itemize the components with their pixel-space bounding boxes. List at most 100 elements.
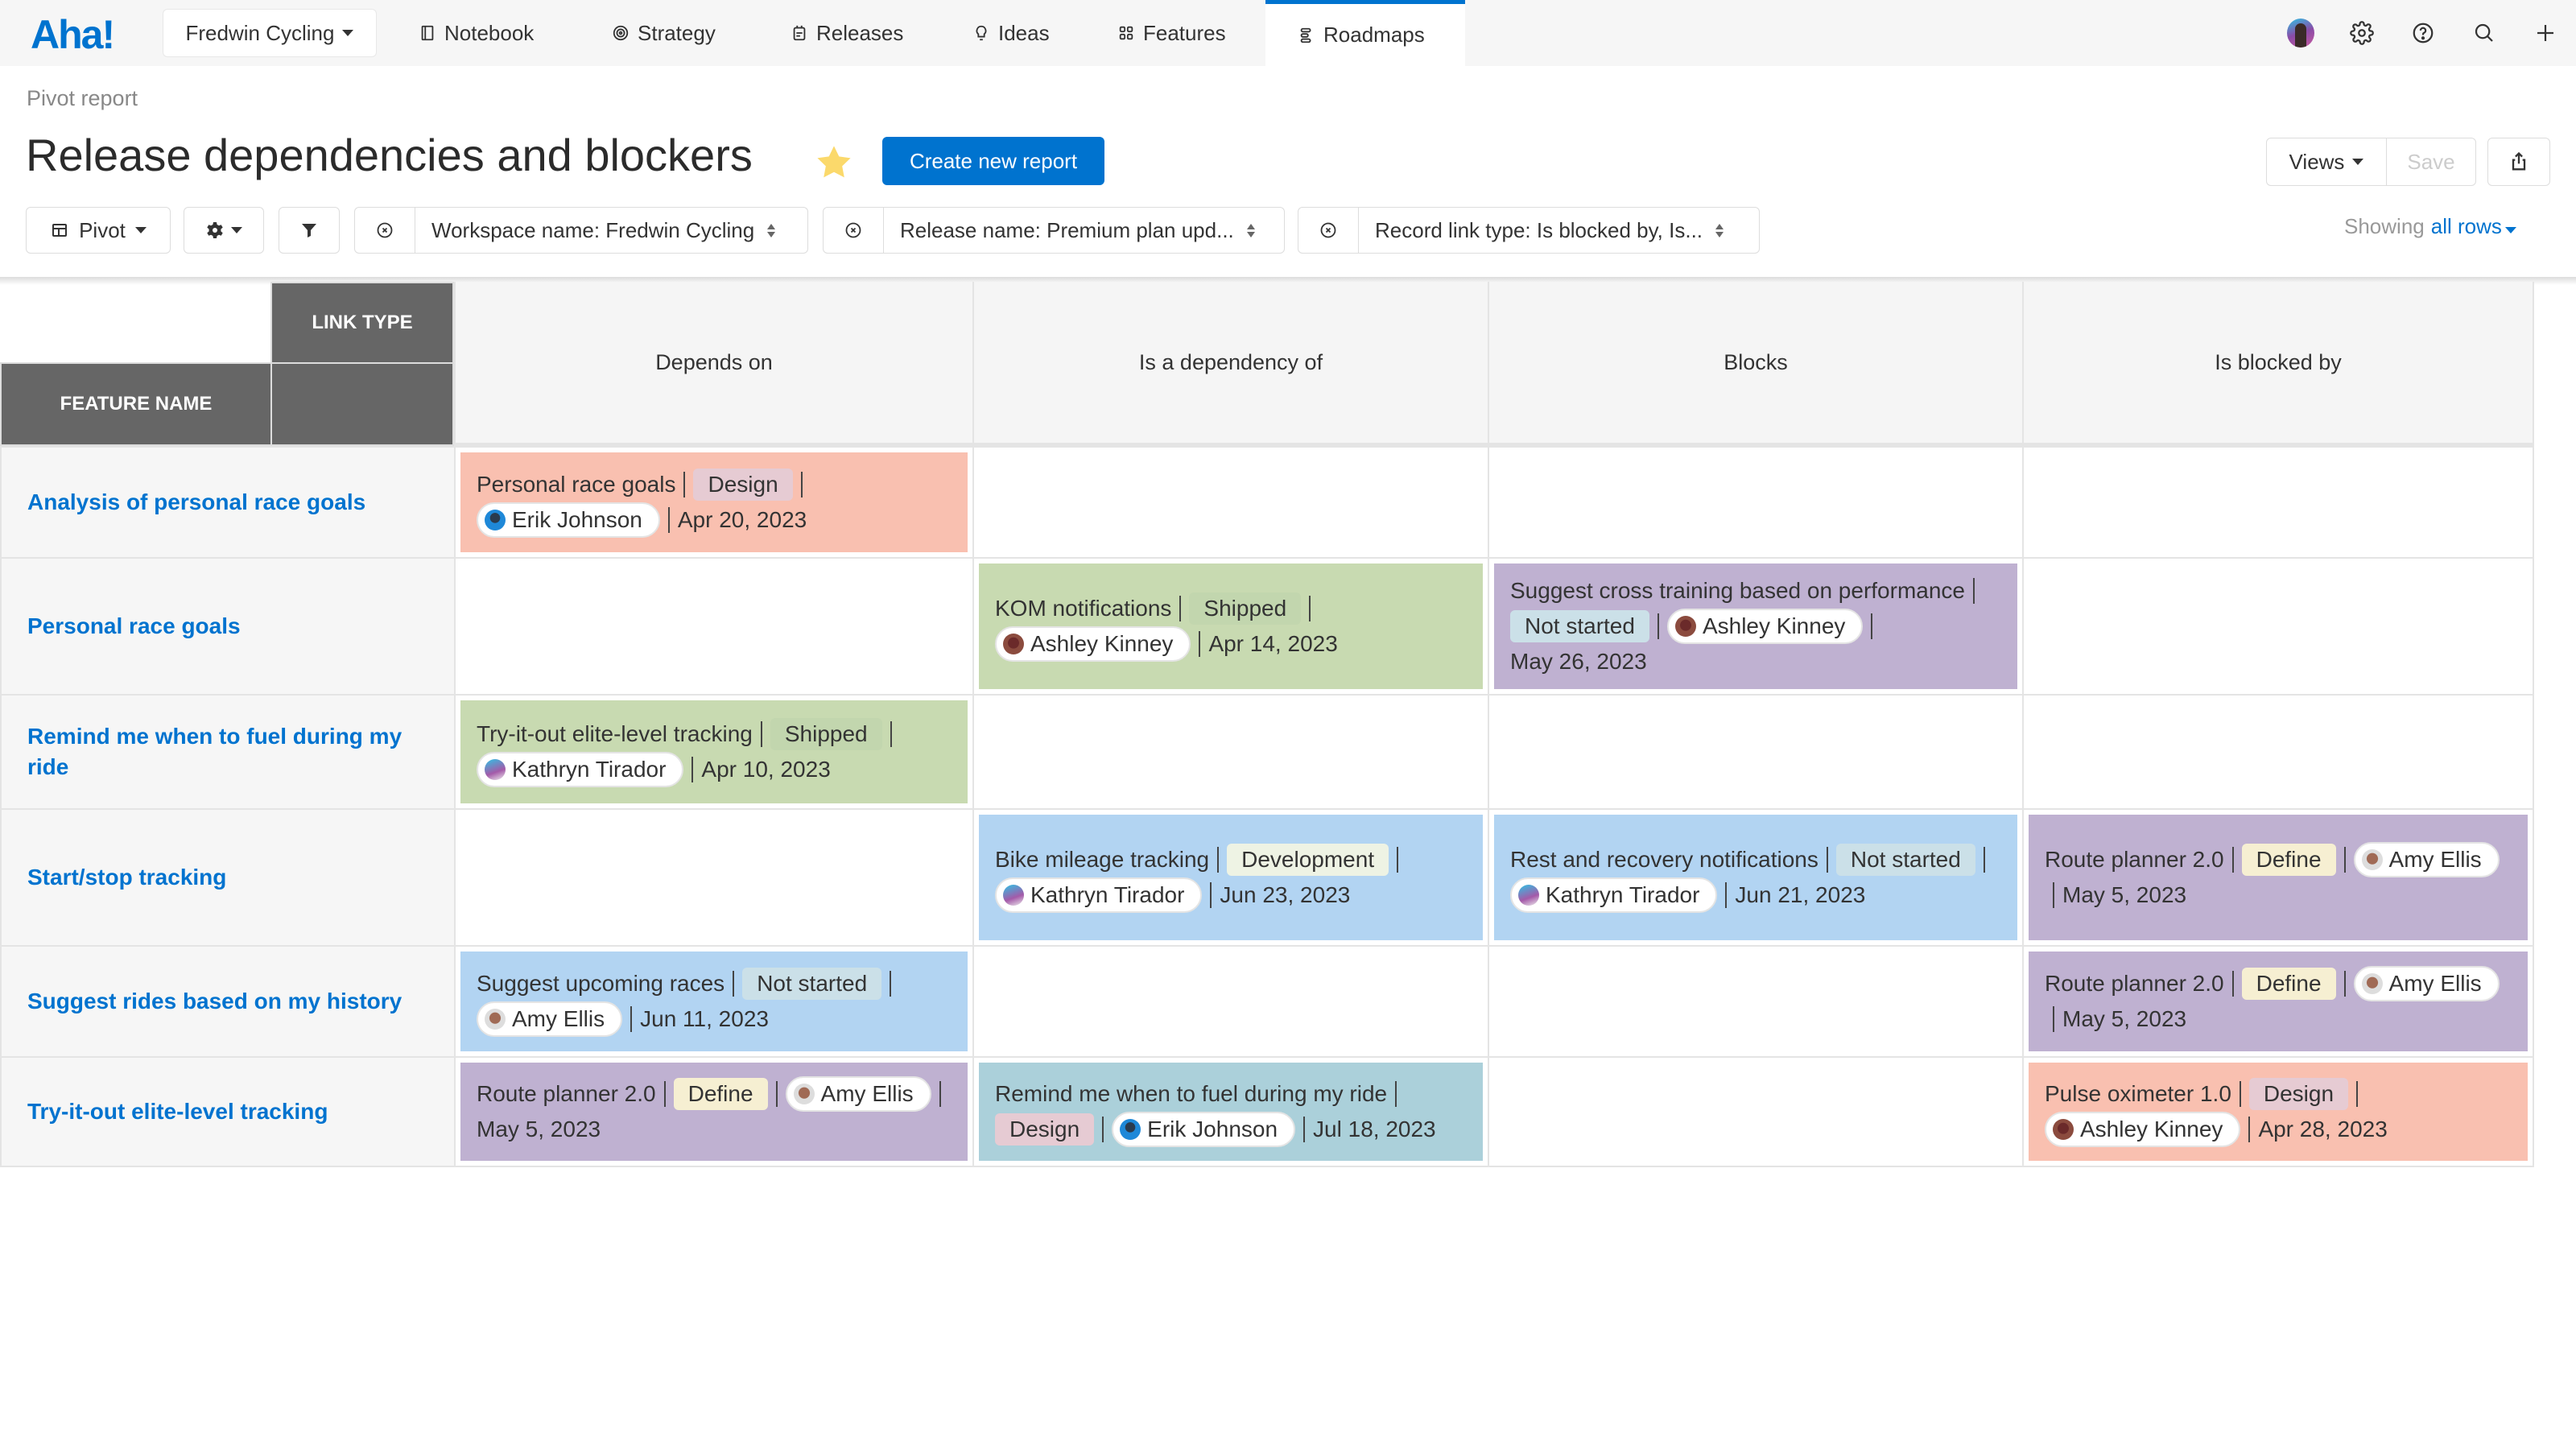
workspace-selector[interactable]: Fredwin Cycling xyxy=(163,9,377,57)
assignee-pill[interactable]: Erik Johnson xyxy=(1112,1112,1296,1147)
assignee-pill[interactable]: Amy Ellis xyxy=(2353,842,2500,877)
feature-link[interactable]: Remind me when to fuel during my ride xyxy=(27,721,428,782)
record-name[interactable]: Try-it-out elite-level tracking xyxy=(477,716,753,752)
record-name[interactable]: Bike mileage tracking xyxy=(995,842,1209,877)
breadcrumb[interactable]: Pivot report xyxy=(27,86,138,111)
user-avatar-button[interactable] xyxy=(2270,0,2331,66)
status-badge: Define xyxy=(2241,844,2336,876)
assignee-pill[interactable]: Amy Ellis xyxy=(2353,966,2500,1001)
filter-link-type-select[interactable]: Record link type: Is blocked by, Is... xyxy=(1359,208,1740,253)
avatar xyxy=(485,1009,506,1030)
feature-link[interactable]: Analysis of personal race goals xyxy=(27,487,365,518)
record-card[interactable]: Remind me when to fuel during my ride Des… xyxy=(979,1063,1483,1161)
record-name[interactable]: Rest and recovery notifications xyxy=(1510,842,1818,877)
create-new-report-button[interactable]: Create new report xyxy=(882,137,1104,185)
assignee-pill[interactable]: Amy Ellis xyxy=(785,1076,931,1112)
nav-item-features[interactable]: Features xyxy=(1117,0,1226,66)
record-name[interactable]: Suggest cross training based on performa… xyxy=(1510,573,1965,609)
feature-row-header[interactable]: Start/stop tracking xyxy=(0,808,454,945)
showing-prefix: Showing xyxy=(2344,214,2425,238)
settings-dropdown[interactable] xyxy=(184,207,264,254)
filter-workspace-select[interactable]: Workspace name: Fredwin Cycling xyxy=(415,208,791,253)
feature-row-header[interactable]: Remind me when to fuel during my ride xyxy=(0,694,454,808)
nav-item-roadmaps[interactable]: Roadmaps xyxy=(1265,0,1465,66)
feature-link[interactable]: Personal race goals xyxy=(27,611,241,642)
assignee-pill[interactable]: Amy Ellis xyxy=(477,1001,623,1037)
filter-button[interactable] xyxy=(279,207,340,254)
feature-row-header[interactable]: Suggest rides based on my history xyxy=(0,945,454,1056)
remove-filter-button[interactable] xyxy=(1298,208,1359,253)
record-line: Remind me when to fuel during my ride Des… xyxy=(995,1076,1467,1147)
column-header[interactable]: Is a dependency of xyxy=(972,282,1488,446)
separator xyxy=(1199,631,1201,657)
record-card[interactable]: Rest and recovery notifications Not start… xyxy=(1494,815,2017,940)
assignee-pill[interactable]: Ashley Kinney xyxy=(995,626,1191,662)
feature-link[interactable]: Suggest rides based on my history xyxy=(27,986,402,1017)
record-card[interactable]: Route planner 2.0 Define Amy Ellis May 5, 2… xyxy=(2029,952,2528,1051)
record-name[interactable]: Route planner 2.0 xyxy=(2045,842,2224,877)
nav-item-strategy[interactable]: Strategy xyxy=(612,0,716,66)
showing-rows-dropdown[interactable]: all rows xyxy=(2431,214,2516,239)
assignee-pill[interactable]: Ashley Kinney xyxy=(2045,1112,2241,1147)
nav-item-label: Roadmaps xyxy=(1323,23,1425,47)
remove-filter-button[interactable] xyxy=(355,208,415,253)
record-card[interactable]: Bike mileage tracking Development Kathryn … xyxy=(979,815,1483,940)
record-name[interactable]: KOM notifications xyxy=(995,591,1171,626)
nav-item-ideas[interactable]: Ideas xyxy=(972,0,1050,66)
status-badge: Development xyxy=(1227,844,1389,876)
record-card[interactable]: Route planner 2.0 Define Amy Ellis May 5, 2… xyxy=(460,1063,968,1161)
column-header[interactable]: Is blocked by xyxy=(2022,282,2534,446)
record-name[interactable]: Pulse oximeter 1.0 xyxy=(2045,1076,2231,1112)
feature-row-header[interactable]: Analysis of personal race goals xyxy=(0,446,454,557)
search-button[interactable] xyxy=(2454,0,2515,66)
separator xyxy=(2053,882,2054,908)
record-name[interactable]: Suggest upcoming races xyxy=(477,966,724,1001)
record-card[interactable]: Suggest cross training based on performa… xyxy=(1494,564,2017,689)
column-header[interactable]: Blocks xyxy=(1488,282,2022,446)
record-card[interactable]: Personal race goals Design Erik Johnson Apr… xyxy=(460,452,968,552)
feature-row-header[interactable]: Try-it-out elite-level tracking xyxy=(0,1056,454,1167)
nav-item-notebook[interactable]: Notebook xyxy=(419,0,534,66)
record-card[interactable]: Suggest upcoming races Not started Amy Ell… xyxy=(460,952,968,1051)
feature-row-header[interactable]: Personal race goals xyxy=(0,557,454,694)
record-card[interactable]: KOM notifications Shipped Ashley Kinney Apr… xyxy=(979,564,1483,689)
record-name[interactable]: Remind me when to fuel during my ride xyxy=(995,1076,1387,1112)
assignee-pill[interactable]: Kathryn Tirador xyxy=(1510,877,1718,913)
record-card[interactable]: Try-it-out elite-level tracking Shipped Ka… xyxy=(460,700,968,803)
add-button[interactable] xyxy=(2515,0,2576,66)
feature-link[interactable]: Try-it-out elite-level tracking xyxy=(27,1096,328,1127)
roadmap-icon xyxy=(1300,27,1311,43)
feature-link[interactable]: Start/stop tracking xyxy=(27,862,226,893)
nav-item-releases[interactable]: Releases xyxy=(791,0,903,66)
due-date: May 26, 2023 xyxy=(1510,649,1647,674)
save-button[interactable]: Save xyxy=(2387,138,2475,185)
assignee-name: Erik Johnson xyxy=(1147,1117,1278,1141)
help-button[interactable] xyxy=(2392,0,2454,66)
record-line: Suggest cross training based on performa… xyxy=(1510,573,2001,679)
filter-release-select[interactable]: Release name: Premium plan upd... xyxy=(884,208,1271,253)
assignee-pill[interactable]: Kathryn Tirador xyxy=(995,877,1203,913)
assignee-pill[interactable]: Erik Johnson xyxy=(477,502,660,538)
due-date: Jun 21, 2023 xyxy=(1735,882,1866,907)
favorite-star-icon[interactable] xyxy=(813,142,855,184)
aha-logo[interactable]: Aha! xyxy=(31,11,115,58)
views-dropdown[interactable]: Views xyxy=(2267,138,2387,185)
record-card[interactable]: Pulse oximeter 1.0 Design Ashley Kinney Apr… xyxy=(2029,1063,2528,1161)
assignee-pill[interactable]: Ashley Kinney xyxy=(1666,609,1864,644)
record-name[interactable]: Route planner 2.0 xyxy=(2045,966,2224,1001)
assignee-pill[interactable]: Kathryn Tirador xyxy=(477,752,684,787)
share-button[interactable] xyxy=(2487,138,2550,186)
chevron-down-icon xyxy=(231,227,242,233)
separator xyxy=(1983,847,1985,873)
separator xyxy=(760,721,762,747)
record-card[interactable]: Route planner 2.0 Define Amy Ellis May 5, 2… xyxy=(2029,815,2528,940)
settings-button[interactable] xyxy=(2331,0,2392,66)
remove-filter-button[interactable] xyxy=(824,208,884,253)
feature-name-header[interactable]: FEATURE NAME xyxy=(0,362,272,446)
record-name[interactable]: Personal race goals xyxy=(477,467,675,502)
record-name[interactable]: Route planner 2.0 xyxy=(477,1076,656,1112)
column-header[interactable]: Depends on xyxy=(454,282,972,446)
separator xyxy=(1826,847,1828,873)
pivot-dropdown[interactable]: Pivot xyxy=(26,207,171,254)
grid-icon xyxy=(1119,26,1133,40)
